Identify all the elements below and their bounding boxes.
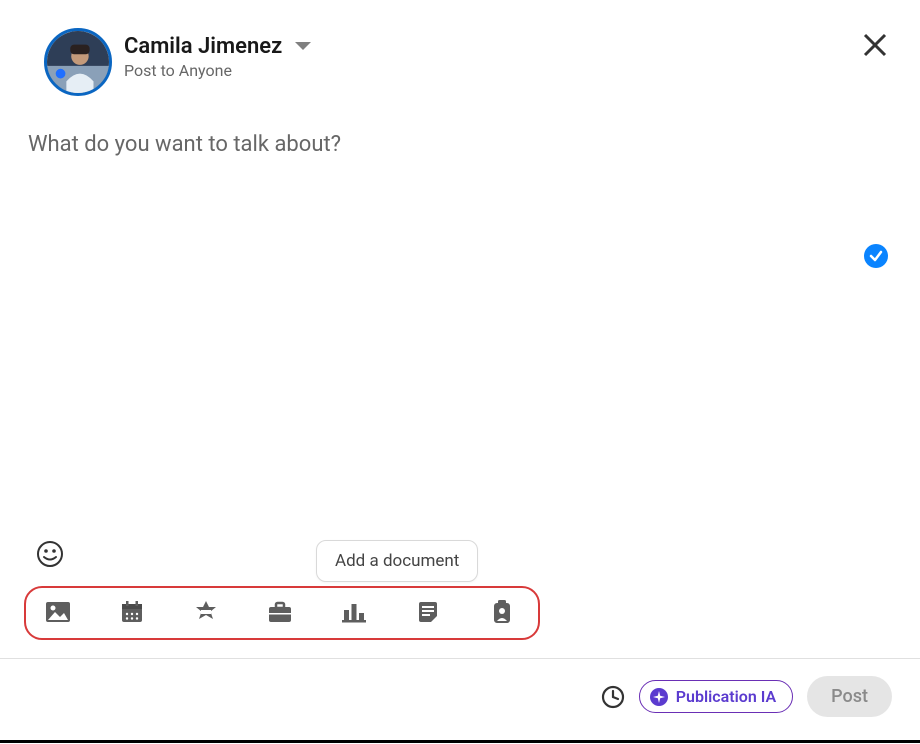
- schedule-button[interactable]: [601, 685, 625, 709]
- compose-placeholder: What do you want to talk about?: [28, 132, 892, 157]
- header-text: Camila Jimenez Post to Anyone: [124, 28, 312, 80]
- toolbar-highlight: [24, 586, 540, 640]
- calendar-button[interactable]: [118, 598, 146, 626]
- compose-footer: Publication IA Post: [0, 658, 920, 734]
- emoji-icon: [36, 540, 64, 568]
- verified-check-icon: [869, 249, 883, 263]
- job-button[interactable]: [266, 598, 294, 626]
- bottom-divider: [0, 740, 920, 743]
- poll-button[interactable]: [340, 598, 368, 626]
- photo-icon: [45, 601, 71, 623]
- document-icon: [417, 600, 439, 624]
- verified-badge[interactable]: [864, 244, 888, 268]
- audience-label[interactable]: Post to Anyone: [124, 61, 312, 80]
- job-icon: [267, 600, 293, 624]
- post-button[interactable]: Post: [807, 676, 892, 717]
- emoji-button[interactable]: [36, 540, 64, 572]
- name-row[interactable]: Camila Jimenez: [124, 34, 312, 59]
- photo-button[interactable]: [44, 598, 72, 626]
- tooltip-add-document: Add a document: [316, 540, 478, 582]
- calendar-icon: [120, 600, 144, 624]
- publication-ia-label: Publication IA: [676, 687, 776, 706]
- poll-icon: [341, 600, 367, 624]
- publication-ia-button[interactable]: Publication IA: [639, 680, 793, 713]
- compose-area[interactable]: What do you want to talk about?: [0, 96, 920, 157]
- avatar[interactable]: [44, 28, 112, 96]
- compose-header: Camila Jimenez Post to Anyone: [0, 0, 920, 96]
- celebrate-icon: [192, 598, 220, 626]
- celebrate-button[interactable]: [192, 598, 220, 626]
- user-name: Camila Jimenez: [124, 34, 282, 59]
- close-button[interactable]: [858, 28, 892, 66]
- document-button[interactable]: [414, 598, 442, 626]
- close-icon: [862, 32, 888, 58]
- avatar-image: [47, 31, 109, 93]
- clock-icon: [601, 685, 625, 709]
- sparkle-icon: [650, 688, 668, 706]
- hiring-button[interactable]: [488, 598, 516, 626]
- chevron-down-icon[interactable]: [294, 41, 312, 53]
- hiring-icon: [491, 599, 513, 625]
